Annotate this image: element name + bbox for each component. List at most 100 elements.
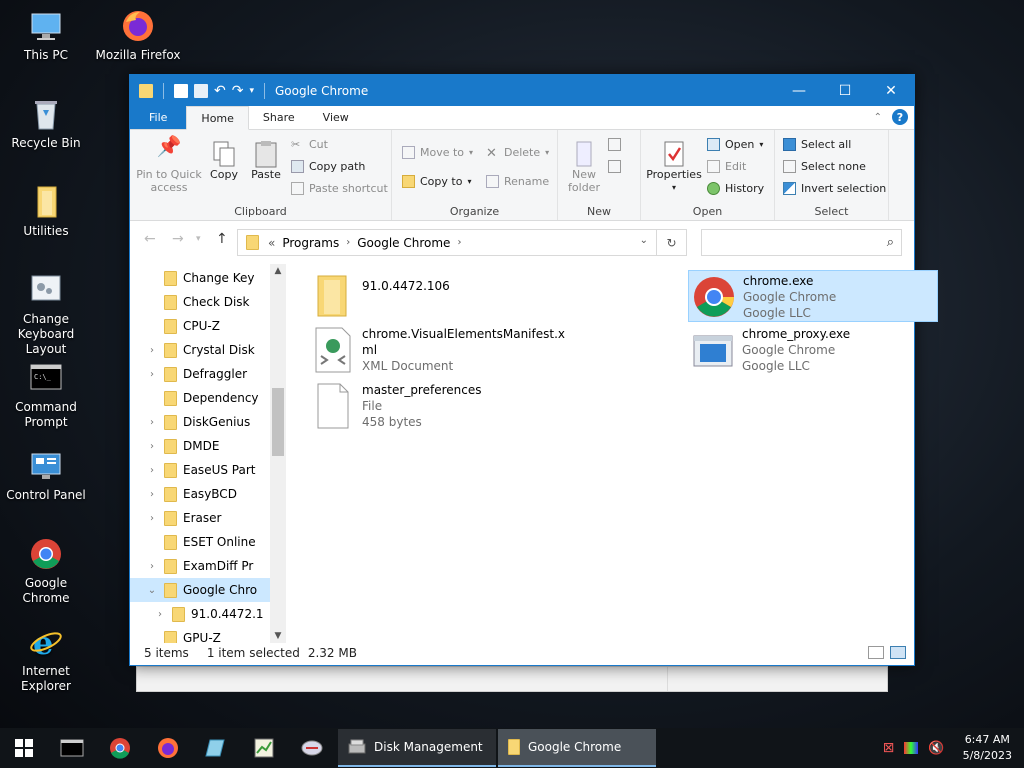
chevron-right-icon[interactable]: › bbox=[144, 369, 160, 380]
new-item-button[interactable] bbox=[608, 138, 621, 151]
taskbar-firefox[interactable] bbox=[144, 728, 192, 768]
chevron-right-icon[interactable]: › bbox=[144, 441, 160, 452]
tab-file[interactable]: File bbox=[130, 106, 187, 129]
select-none-button[interactable]: Select none bbox=[783, 160, 866, 173]
copy-to-button[interactable]: Copy to ▾ bbox=[402, 175, 471, 188]
nav-item[interactable]: Check Disk bbox=[130, 290, 270, 314]
desktop-icon-utilities[interactable]: Utilities bbox=[0, 184, 92, 239]
nav-item[interactable]: › Defraggler bbox=[130, 362, 270, 386]
desktop-icon-this-pc[interactable]: This PC bbox=[0, 8, 92, 63]
desktop-icon-command-prompt[interactable]: C:\_ Command Prompt bbox=[0, 360, 92, 430]
file-item-chrome-proxy-exe[interactable]: chrome_proxy.exe Google Chrome Google LL… bbox=[692, 326, 932, 378]
nav-item[interactable]: › Crystal Disk bbox=[130, 338, 270, 362]
file-item-folder[interactable]: 91.0.4472.106 bbox=[312, 272, 542, 324]
nav-item[interactable]: ESET Online bbox=[130, 530, 270, 554]
help-icon[interactable]: ? bbox=[892, 109, 908, 125]
taskbar-chrome[interactable] bbox=[96, 728, 144, 768]
address-history-dropdown[interactable]: ⌄ bbox=[640, 235, 648, 246]
back-button[interactable]: ← bbox=[144, 231, 156, 247]
close-button[interactable]: ✕ bbox=[868, 75, 914, 106]
chevron-right-icon[interactable]: › bbox=[144, 513, 160, 524]
nav-item[interactable]: › Eraser bbox=[130, 506, 270, 530]
minimize-button[interactable]: — bbox=[776, 75, 822, 106]
taskbar-tool[interactable] bbox=[288, 728, 336, 768]
tab-share[interactable]: Share bbox=[249, 106, 309, 129]
copy-button[interactable]: Copy bbox=[206, 140, 242, 181]
start-button[interactable] bbox=[0, 728, 48, 768]
move-to-button[interactable]: Move to ▾ bbox=[402, 146, 473, 159]
taskbar-notepad[interactable] bbox=[192, 728, 240, 768]
scroll-up-arrow[interactable]: ▲ bbox=[270, 266, 286, 276]
customize-qat-icon[interactable]: ▾ bbox=[249, 86, 254, 96]
desktop-icon-change-keyboard-layout[interactable]: Change Keyboard Layout bbox=[0, 272, 92, 357]
undo-icon[interactable]: ↶ bbox=[214, 83, 226, 99]
maximize-button[interactable]: ☐ bbox=[822, 75, 868, 106]
nav-item[interactable]: › DMDE bbox=[130, 434, 270, 458]
desktop-icon-recycle-bin[interactable]: Recycle Bin bbox=[0, 96, 92, 151]
tab-home[interactable]: Home bbox=[186, 106, 249, 130]
edit-button[interactable]: Edit bbox=[707, 160, 746, 173]
chevron-right-icon[interactable]: › bbox=[144, 561, 160, 572]
cut-button[interactable]: ✂ Cut bbox=[291, 138, 328, 151]
nav-item[interactable]: Dependency bbox=[130, 386, 270, 410]
nav-item[interactable]: › ExamDiff Pr bbox=[130, 554, 270, 578]
chevron-right-icon[interactable]: › bbox=[144, 345, 160, 356]
select-all-button[interactable]: Select all bbox=[783, 138, 851, 151]
title-bar[interactable]: ↶ ↷ ▾ Google Chrome — ☐ ✕ bbox=[130, 75, 914, 106]
properties-icon[interactable] bbox=[174, 83, 188, 98]
paste-button[interactable]: Paste bbox=[248, 140, 284, 181]
forward-button[interactable]: → bbox=[172, 231, 184, 247]
scroll-down-arrow[interactable]: ▼ bbox=[270, 631, 286, 641]
large-icons-view-button[interactable] bbox=[890, 646, 906, 659]
chevron-right-icon[interactable]: › bbox=[152, 609, 168, 620]
recent-locations-button[interactable]: ▾ bbox=[196, 234, 201, 244]
nav-scrollbar[interactable]: ▲ ▼ bbox=[270, 264, 286, 643]
rename-button[interactable]: Rename bbox=[486, 175, 549, 188]
chevron-down-icon[interactable]: ⌄ bbox=[144, 585, 160, 596]
paste-shortcut-button[interactable]: Paste shortcut bbox=[291, 182, 388, 195]
nav-item[interactable]: CPU-Z bbox=[130, 314, 270, 338]
desktop-icon-firefox[interactable]: Mozilla Firefox bbox=[92, 8, 184, 63]
breadcrumb-google-chrome[interactable]: Google Chrome bbox=[357, 236, 450, 250]
chevron-right-icon[interactable]: › bbox=[144, 417, 160, 428]
new-folder-button[interactable]: New folder bbox=[562, 140, 606, 194]
properties-button[interactable]: Properties ▾ bbox=[645, 140, 703, 194]
nav-item[interactable]: › EasyBCD bbox=[130, 482, 270, 506]
file-item-visual-elements-manifest[interactable]: chrome.VisualElementsManifest.x ml XML D… bbox=[312, 326, 565, 378]
up-button[interactable]: ↑ bbox=[216, 231, 228, 247]
nav-item[interactable]: › EaseUS Part bbox=[130, 458, 270, 482]
copy-path-button[interactable]: Copy path bbox=[291, 160, 365, 173]
chevron-right-icon[interactable]: › bbox=[346, 237, 350, 248]
network-warning-icon[interactable]: ⊠ bbox=[883, 740, 895, 756]
file-item-master-preferences[interactable]: master_preferences File 458 bytes bbox=[312, 382, 542, 434]
taskbar-app-disk-management[interactable]: Disk Management bbox=[338, 729, 496, 767]
open-button[interactable]: Open ▾ bbox=[707, 138, 763, 151]
breadcrumb-overflow[interactable]: « bbox=[268, 236, 275, 250]
chevron-right-icon[interactable]: › bbox=[457, 237, 461, 248]
chevron-right-icon[interactable]: › bbox=[144, 465, 160, 476]
collapse-ribbon-icon[interactable]: ⌃ bbox=[874, 112, 882, 123]
desktop-icon-control-panel[interactable]: Control Panel bbox=[0, 448, 92, 503]
history-button[interactable]: History bbox=[707, 182, 764, 195]
nav-item[interactable]: Change Key bbox=[130, 266, 270, 290]
search-input[interactable] bbox=[702, 230, 872, 255]
tab-view[interactable]: View bbox=[309, 106, 363, 129]
taskbar-app-google-chrome-folder[interactable]: Google Chrome bbox=[498, 729, 656, 767]
chevron-right-icon[interactable]: › bbox=[144, 489, 160, 500]
nav-item[interactable]: › DiskGenius bbox=[130, 410, 270, 434]
delete-button[interactable]: ✕ Delete ▾ bbox=[486, 146, 549, 161]
new-folder-icon[interactable] bbox=[194, 83, 208, 98]
desktop-icon-internet-explorer[interactable]: e Internet Explorer bbox=[0, 624, 92, 694]
nav-item[interactable]: ⌄ Google Chro bbox=[130, 578, 270, 602]
pin-to-quick-access-button[interactable]: 📌 Pin to Quick access bbox=[136, 136, 202, 194]
redo-icon[interactable]: ↷ bbox=[232, 83, 244, 99]
nav-item[interactable]: › 91.0.4472.1 bbox=[130, 602, 270, 626]
taskbar-command-prompt[interactable] bbox=[48, 728, 96, 768]
file-item-chrome-exe[interactable]: chrome.exe Google Chrome Google LLC bbox=[688, 270, 938, 322]
scroll-thumb[interactable] bbox=[272, 388, 284, 456]
taskbar-task-manager[interactable] bbox=[240, 728, 288, 768]
clock[interactable]: 6:47 AM 5/8/2023 bbox=[963, 732, 1012, 764]
refresh-button[interactable]: ↻ bbox=[657, 229, 687, 256]
easy-access-button[interactable] bbox=[608, 160, 621, 173]
search-box[interactable]: ⌕ bbox=[701, 229, 902, 256]
